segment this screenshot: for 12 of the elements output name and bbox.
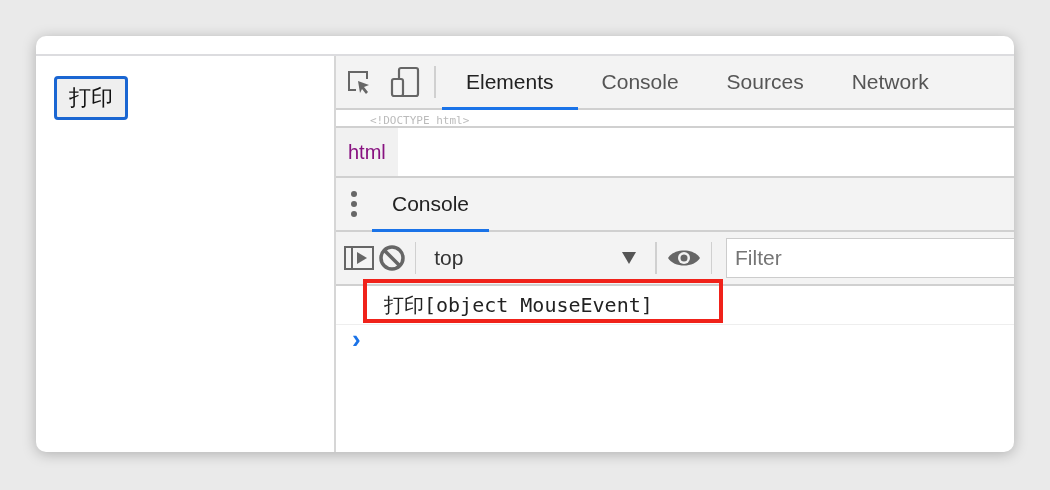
panel-tab[interactable]: Elements — [442, 56, 578, 110]
filter-field[interactable]: Filter — [726, 238, 1014, 278]
context-select[interactable]: top — [422, 232, 650, 284]
breadcrumb[interactable]: html — [336, 128, 398, 176]
panel-tab[interactable]: Console — [577, 56, 703, 110]
prompt-icon[interactable]: › — [336, 324, 361, 354]
panel-tab[interactable]: Network — [827, 56, 953, 110]
panel-tab[interactable]: Sources — [702, 56, 828, 110]
log-message: 打印[object MouseEvent] — [384, 291, 653, 319]
print-button[interactable]: 打印 — [54, 76, 128, 120]
caret-icon — [621, 251, 638, 265]
dom-line: <!DOCTYPE html> — [370, 114, 470, 126]
